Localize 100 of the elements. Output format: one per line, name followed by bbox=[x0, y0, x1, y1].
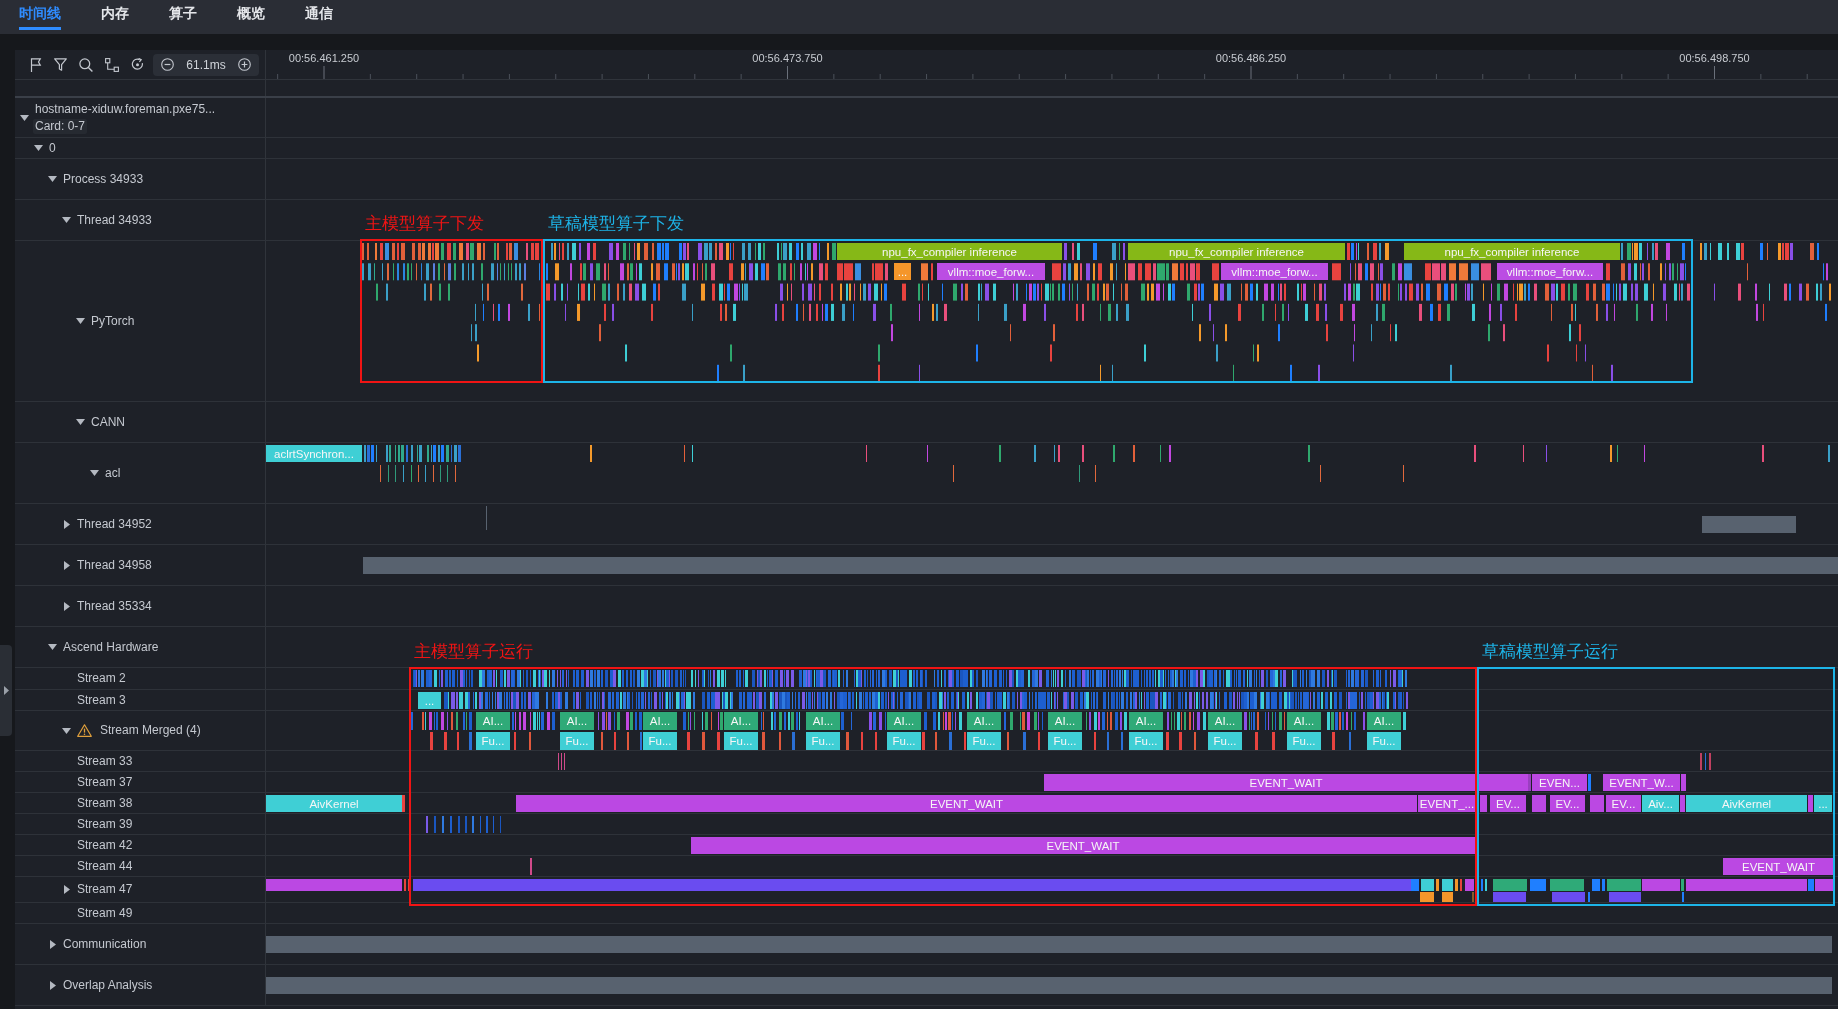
trace-bar[interactable] bbox=[1465, 879, 1474, 891]
trace-bar[interactable] bbox=[1411, 879, 1419, 891]
trace-slice[interactable]: AI... bbox=[1129, 712, 1163, 730]
filter-icon[interactable] bbox=[54, 58, 67, 71]
trace-slice[interactable]: EVEN... bbox=[1532, 774, 1587, 791]
caret-icon[interactable] bbox=[63, 601, 70, 611]
track-label[interactable]: Thread 34952 bbox=[77, 516, 152, 532]
trace-slice[interactable]: AI... bbox=[1208, 712, 1242, 730]
caret-icon[interactable] bbox=[90, 470, 99, 476]
track-label[interactable]: Overlap Analysis bbox=[63, 977, 153, 993]
trace-slice[interactable]: AI... bbox=[1287, 712, 1321, 730]
track-label[interactable]: Thread 35334 bbox=[77, 598, 152, 614]
trace-bar[interactable] bbox=[266, 977, 1832, 994]
trace-bar[interactable] bbox=[1421, 879, 1434, 891]
trace-slice[interactable]: EVENT_... bbox=[1418, 795, 1476, 812]
track-label[interactable]: 0 bbox=[49, 140, 56, 156]
trace-bar[interactable] bbox=[1420, 892, 1434, 902]
tab[interactable]: 算子 bbox=[169, 0, 197, 30]
tab[interactable]: 概览 bbox=[237, 0, 265, 30]
trace-slice[interactable]: AI... bbox=[1367, 712, 1401, 730]
search-icon[interactable] bbox=[79, 57, 93, 72]
caret-icon[interactable] bbox=[62, 727, 71, 734]
sidebar-toggle[interactable] bbox=[0, 645, 12, 736]
track-label[interactable]: Stream 33 bbox=[77, 753, 133, 769]
track-label[interactable]: Stream 39 bbox=[77, 816, 133, 832]
trace-bar[interactable] bbox=[1686, 879, 1807, 891]
trace-bar[interactable] bbox=[1808, 879, 1814, 891]
trace-slice[interactable]: AI... bbox=[1048, 712, 1082, 730]
trace-bar[interactable] bbox=[1681, 774, 1686, 791]
track-label[interactable]: hostname-xiduw.foreman.pxe75... bbox=[35, 101, 216, 117]
trace-bar[interactable] bbox=[1528, 774, 1531, 791]
trace-slice[interactable]: ... bbox=[894, 263, 911, 281]
track-label[interactable]: PyTorch bbox=[91, 313, 135, 329]
trace-slice[interactable]: vllm::moe_forw... bbox=[1221, 263, 1328, 281]
tab[interactable]: 时间线 bbox=[19, 0, 61, 30]
trace-slice[interactable]: AI... bbox=[476, 712, 510, 730]
trace-bar[interactable] bbox=[1532, 795, 1546, 812]
trace-bar[interactable] bbox=[1808, 795, 1813, 812]
trace-bar[interactable] bbox=[1592, 879, 1600, 891]
caret-icon[interactable] bbox=[49, 980, 56, 990]
trace-bar[interactable] bbox=[402, 795, 405, 812]
track-label[interactable]: Thread 34933 bbox=[77, 212, 152, 228]
trace-bar[interactable] bbox=[1480, 795, 1487, 812]
trace-slice[interactable]: EVENT_WAIT bbox=[691, 837, 1475, 854]
trace-slice[interactable]: vllm::moe_forw... bbox=[937, 263, 1045, 281]
track-label[interactable]: Process 34933 bbox=[63, 171, 144, 187]
caret-icon[interactable] bbox=[34, 145, 43, 151]
trace-bar[interactable] bbox=[1590, 795, 1604, 812]
trace-bar[interactable] bbox=[1442, 892, 1453, 902]
trace-bar[interactable] bbox=[363, 557, 1838, 574]
track-label[interactable]: Stream 3 bbox=[77, 692, 126, 708]
caret-icon[interactable] bbox=[48, 176, 57, 182]
trace-bar[interactable] bbox=[1680, 795, 1685, 812]
trace-slice[interactable]: AI... bbox=[887, 712, 921, 730]
track-label[interactable]: Stream 2 bbox=[77, 671, 126, 686]
trace-slice[interactable]: AI... bbox=[806, 712, 840, 730]
trace-slice[interactable]: AI... bbox=[560, 712, 594, 730]
track-label[interactable]: Stream 44 bbox=[77, 858, 133, 874]
tab[interactable]: 通信 bbox=[305, 0, 333, 30]
trace-bar[interactable] bbox=[1493, 892, 1526, 902]
trace-bar[interactable] bbox=[1493, 879, 1527, 891]
trace-bar[interactable] bbox=[1436, 879, 1439, 891]
tab[interactable]: 内存 bbox=[101, 0, 129, 30]
track-label[interactable]: Stream Merged (4) bbox=[100, 723, 201, 738]
track-label[interactable]: Stream 42 bbox=[77, 837, 133, 853]
trace-bar[interactable] bbox=[266, 879, 402, 891]
trace-bar[interactable] bbox=[1602, 879, 1605, 891]
trace-bar[interactable] bbox=[1607, 879, 1641, 891]
caret-icon[interactable] bbox=[62, 217, 71, 223]
trace-slice[interactable]: EV... bbox=[1550, 795, 1585, 812]
caret-icon[interactable] bbox=[49, 939, 56, 949]
connector-icon[interactable] bbox=[105, 57, 119, 72]
track-label[interactable]: Ascend Hardware bbox=[63, 639, 159, 655]
trace-bar[interactable] bbox=[1530, 879, 1546, 891]
circular-arrow-icon[interactable] bbox=[131, 58, 144, 71]
trace-bar[interactable] bbox=[1552, 892, 1585, 902]
trace-bar[interactable] bbox=[1550, 879, 1584, 891]
track-label[interactable]: Stream 38 bbox=[77, 795, 133, 811]
caret-icon[interactable] bbox=[20, 114, 29, 121]
trace-slice[interactable]: AI... bbox=[967, 712, 1001, 730]
trace-slice[interactable]: npu_fx_compiler inference bbox=[837, 243, 1062, 260]
trace-slice[interactable]: EV... bbox=[1490, 795, 1526, 812]
track-label[interactable]: Stream 49 bbox=[77, 905, 133, 921]
track-label[interactable]: Communication bbox=[63, 936, 147, 952]
trace-bar[interactable] bbox=[1642, 879, 1680, 891]
track-label[interactable]: Stream 47 bbox=[77, 882, 133, 897]
zoom-in-icon[interactable] bbox=[238, 58, 251, 71]
trace-slice[interactable]: vllm::moe_forw... bbox=[1497, 263, 1603, 281]
caret-icon[interactable] bbox=[63, 560, 70, 570]
trace-bar[interactable] bbox=[413, 879, 1411, 891]
caret-icon[interactable] bbox=[63, 519, 70, 529]
trace-slice[interactable]: npu_fx_compiler inference bbox=[1404, 243, 1620, 260]
trace-bar[interactable] bbox=[1609, 892, 1641, 902]
caret-icon[interactable] bbox=[48, 644, 57, 650]
trace-slice[interactable]: EV... bbox=[1606, 795, 1641, 812]
track-label[interactable]: CANN bbox=[91, 414, 125, 430]
caret-icon[interactable] bbox=[76, 318, 85, 324]
trace-slice[interactable]: AI... bbox=[643, 712, 677, 730]
zoom-out-icon[interactable] bbox=[161, 58, 174, 71]
trace-bar[interactable] bbox=[1588, 774, 1591, 791]
